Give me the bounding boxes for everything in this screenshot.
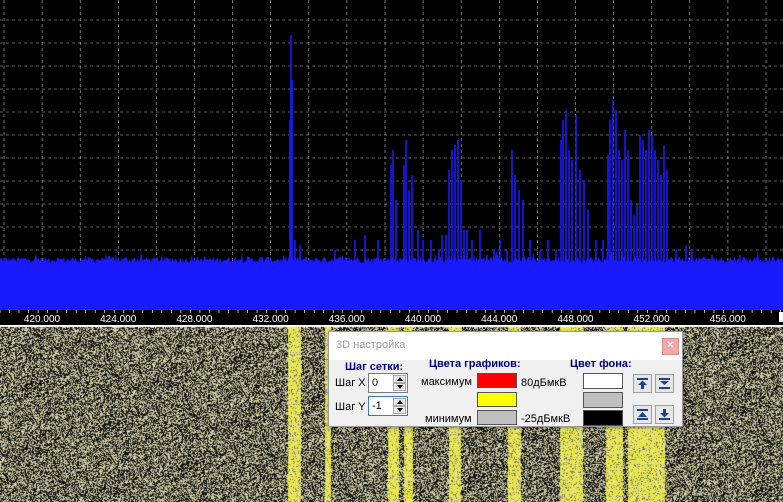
arrow-down-icon [397,408,403,412]
max-label: максимум [421,376,472,388]
axis-edge-marker [779,312,783,322]
min-color-swatch[interactable] [477,410,517,425]
background-color-gray-swatch[interactable] [583,392,623,408]
move-bottom-button[interactable] [655,405,674,424]
step-y-down-button[interactable] [393,406,406,414]
frequency-label: 424.000 [100,314,137,325]
move-top-icon [637,378,648,389]
step-x-input[interactable] [370,375,394,391]
collapse-down-icon [659,378,670,389]
close-icon: ✕ [666,340,675,351]
min-value: -25дБмкВ [521,413,571,425]
step-x-down-button[interactable] [393,383,406,391]
step-y-spinner[interactable] [368,396,408,416]
collapse-down-button[interactable] [655,374,674,393]
grid-step-header: Шаг сетки: [345,361,404,373]
arrow-up-icon [397,400,403,404]
move-bottom-icon [659,409,670,420]
step-x-spinner[interactable] [368,373,408,393]
max-color-swatch[interactable] [477,373,517,388]
arrow-up-icon [397,377,403,381]
step-y-label: Шаг Y [335,401,366,413]
min-label: минимум [425,413,472,425]
arrow-down-icon [397,385,403,389]
dialog-body: Шаг сетки: Шаг X Шаг Y Цвета графиков: м… [329,358,682,426]
step-x-label: Шаг X [335,377,366,389]
frequency-label: 436.000 [329,314,366,325]
expand-up-icon [637,409,648,420]
max-value: 80дБмкВ [521,377,567,389]
move-top-button[interactable] [633,374,652,393]
dialog-titlebar[interactable]: 3D настройка ✕ [329,332,682,360]
expand-up-button[interactable] [633,405,652,424]
spectrum-plot[interactable]: 420.000 424.000 428.000 432.000 436.000 440.0… [0,0,783,325]
background-color-white-swatch[interactable] [583,373,623,389]
step-x-up-button[interactable] [393,375,406,383]
graph-colors-header: Цвета графиков: [429,358,521,370]
mid-color-swatch[interactable] [477,392,517,407]
frequency-label: 456.000 [710,314,747,325]
frequency-label: 428.000 [176,314,213,325]
frequency-label: 448.000 [557,314,594,325]
step-y-up-button[interactable] [393,398,406,406]
frequency-label: 420.000 [24,314,61,325]
frequency-label: 452.000 [634,314,671,325]
frequency-label: 432.000 [253,314,290,325]
3d-settings-dialog: 3D настройка ✕ Шаг сетки: Шаг X Шаг Y Цв… [328,331,683,427]
close-button[interactable]: ✕ [662,338,679,355]
dialog-title: 3D настройка [336,339,406,351]
step-y-input[interactable] [370,398,394,414]
frequency-label: 440.000 [405,314,442,325]
background-color-header: Цвет фона: [570,358,632,370]
frequency-label: 444.000 [481,314,518,325]
background-color-black-swatch[interactable] [583,410,623,426]
